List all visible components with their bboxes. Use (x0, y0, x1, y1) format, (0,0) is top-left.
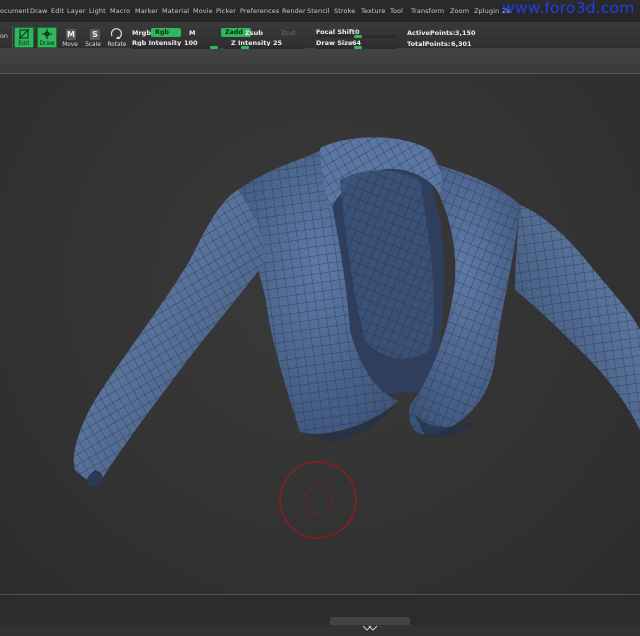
total-points-label: TotalPoints: (407, 40, 451, 48)
active-points-label: ActivePoints: (407, 29, 456, 37)
menu-item-stroke[interactable]: Stroke (334, 7, 355, 15)
chevron-down-icon (362, 625, 378, 631)
menu-item-marker[interactable]: Marker (135, 7, 158, 15)
menu-item-stencil[interactable]: Stencil (307, 7, 330, 15)
scale-key: S (90, 29, 100, 40)
menu-item-tool[interactable]: Tool (390, 7, 403, 15)
m-button[interactable]: M (189, 29, 195, 37)
canvas-viewport[interactable] (0, 74, 640, 594)
draw-button[interactable]: Draw (37, 27, 57, 48)
draw-icon (42, 29, 52, 39)
menu-item-picker[interactable]: Picker (216, 7, 236, 15)
mrgb-button[interactable]: Mrgb (132, 29, 151, 37)
menu-item-material[interactable]: Material (162, 7, 189, 15)
draw-size-slider[interactable] (316, 46, 396, 49)
total-points-value: 6,301 (451, 40, 472, 48)
menu-item-preferences[interactable]: Preferences (240, 7, 279, 15)
menu-item-zplugin[interactable]: Zplugin (474, 7, 499, 15)
menu-item-draw[interactable]: Draw (30, 7, 47, 15)
zcut-button[interactable]: Zcut (281, 29, 296, 37)
menu-item-texture[interactable]: Texture (361, 7, 386, 15)
edit-label: Edit (18, 41, 30, 47)
z-intensity-handle[interactable] (241, 46, 249, 49)
edit-button[interactable]: Edit (14, 27, 34, 48)
move-button[interactable]: M Move (60, 27, 80, 48)
scale-label: Scale (85, 42, 101, 48)
focal-shift-slider[interactable] (316, 35, 396, 38)
toolbar-shelf (0, 48, 640, 74)
menu-bar: ocument Draw Edit Layer Light Macro Mark… (0, 0, 640, 22)
z-intensity-slider[interactable] (224, 46, 304, 49)
zsub-button[interactable]: Zsub (245, 29, 263, 37)
watermark: www.foro3d.com (502, 0, 635, 17)
rotate-label: Rotate (107, 42, 127, 48)
move-label: Move (62, 42, 78, 48)
brush-cursor-icon (279, 461, 357, 539)
toolbar-fragment: on (0, 33, 8, 40)
rgb-button[interactable]: Rgb (151, 28, 181, 37)
scale-button[interactable]: S Scale (83, 27, 103, 48)
menu-item-transform[interactable]: Transform (411, 7, 444, 15)
menu-item-edit[interactable]: Edit (51, 7, 64, 15)
menu-item-zoom[interactable]: Zoom (450, 7, 469, 15)
menu-item-layer[interactable]: Layer (67, 7, 86, 15)
menu-item-macro[interactable]: Macro (110, 7, 130, 15)
draw-label: Draw (39, 41, 55, 47)
menu-item-render[interactable]: Render (282, 7, 306, 15)
rotate-icon (110, 28, 123, 39)
rotate-button[interactable]: Rotate (106, 27, 126, 48)
bottom-tray (0, 595, 640, 625)
bottom-tray-handle[interactable] (330, 617, 410, 631)
menu-item-document[interactable]: ocument (0, 7, 29, 15)
move-key: M (66, 29, 76, 40)
rgb-intensity-slider[interactable] (132, 46, 220, 49)
menu-item-light[interactable]: Light (89, 7, 106, 15)
draw-size-handle[interactable] (354, 46, 362, 49)
edit-icon (18, 28, 30, 40)
focal-shift-handle[interactable] (354, 35, 362, 38)
rgb-intensity-handle[interactable] (210, 46, 218, 49)
toolbar-separator (12, 26, 13, 48)
menu-item-movie[interactable]: Movie (193, 7, 213, 15)
active-points-value: 3,150 (455, 29, 476, 37)
